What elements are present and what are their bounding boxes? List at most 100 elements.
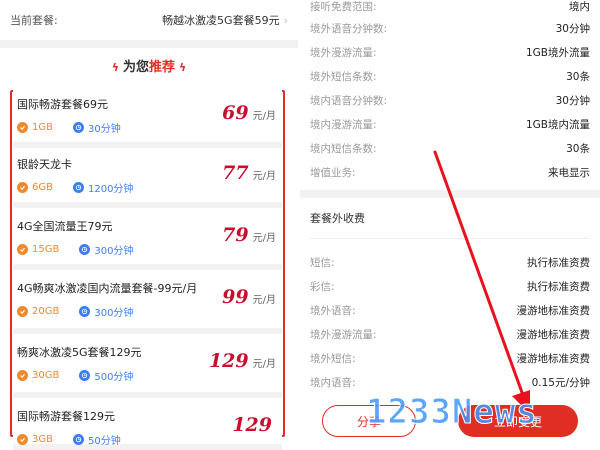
detail-value: 1GB境内流量: [525, 118, 590, 131]
detail-row: 境外语音分钟数: 30分钟: [300, 16, 600, 40]
recommend-title-highlight: 推荐: [149, 60, 176, 75]
current-plan-row[interactable]: 当前套餐: 畅越冰激凌5G套餐59元 ›: [0, 0, 298, 40]
data-amount: 20GB: [32, 306, 60, 317]
price-unit: 元/月: [252, 111, 276, 122]
recommend-title: ϟ 为您推荐 ϟ: [0, 56, 298, 75]
extra-fee-label: 彩信:: [310, 280, 335, 293]
detail-value: 30条: [566, 142, 590, 155]
watermark-logo: 1233News: [366, 392, 538, 433]
data-amount: 3GB: [32, 434, 53, 445]
plan-name: 4G全国流量王79元: [17, 220, 113, 233]
minutes-amount: 1200分钟: [87, 184, 134, 195]
detail-label: 增值业务:: [310, 166, 356, 179]
extra-fee-label: 境内语音:: [310, 376, 356, 389]
data-icon: [17, 370, 28, 381]
plan-price: 69 元/月: [222, 102, 276, 124]
extra-fee-row: 境外短信: 漫游地标准资费: [300, 346, 600, 370]
data-amount: 1GB: [32, 122, 53, 133]
plan-price: 129 元/月: [209, 350, 276, 372]
plan-card[interactable]: 畅爽冰激凌5G套餐129元 30GB 500分钟 129 元/月: [13, 338, 282, 398]
extra-fee-row: 境内语音: 0.15元/分钟: [300, 370, 600, 394]
extra-fee-label: 境外短信:: [310, 352, 356, 365]
data-tag: 3GB: [17, 434, 53, 445]
data-amount: 6GB: [32, 182, 53, 193]
plan-card[interactable]: 4G畅爽冰激凌国内流量套餐-99元/月 20GB 300分钟 99 元/月: [13, 274, 282, 334]
price-number: 69: [222, 102, 249, 124]
detail-row: 境外漫游流量: 1GB境外流量: [300, 40, 600, 64]
data-amount: 15GB: [32, 244, 60, 255]
extra-fee-label: 短信:: [310, 256, 335, 269]
plan-price: 129: [232, 414, 276, 436]
divider: [310, 238, 590, 239]
price-unit: 元/月: [252, 233, 276, 244]
plan-name: 畅爽冰激凌5G套餐129元: [17, 346, 142, 359]
detail-row: 境内短信条数: 30条: [300, 136, 600, 160]
data-tag: 1GB: [17, 122, 53, 133]
detail-label: 接听免费范围:: [310, 0, 377, 13]
detail-value: 30分钟: [555, 22, 590, 35]
phone-clock-icon: [79, 306, 91, 317]
plan-tags: 1GB 30分钟: [17, 120, 141, 135]
plan-card[interactable]: 国际畅游套餐69元 1GB 30分钟 69 元/月: [13, 90, 282, 148]
extra-fee-label: 境外语音:: [310, 304, 356, 317]
extra-fee-row: 境外语音: 漫游地标准资费: [300, 298, 600, 322]
minutes-amount: 50分钟: [87, 436, 121, 447]
detail-value: 30条: [566, 70, 590, 83]
chevron-right-icon: ›: [283, 13, 288, 27]
plan-price: 79 元/月: [222, 224, 276, 246]
detail-label: 境外漫游流量:: [310, 46, 377, 59]
detail-label: 境内语音分钟数:: [310, 94, 388, 107]
detail-value: 境内: [569, 0, 590, 13]
minutes-tag: 50分钟: [72, 432, 121, 447]
plan-price: 77 元/月: [222, 162, 276, 184]
minutes-tag: 300分钟: [79, 304, 133, 319]
price-unit: 元/月: [252, 171, 276, 182]
extra-fee-value: 执行标准资费: [527, 280, 590, 293]
plan-tags: 6GB 1200分钟: [17, 180, 153, 195]
extra-fee-value: 漫游地标准资费: [516, 352, 591, 365]
minutes-tag: 300分钟: [79, 242, 133, 257]
detail-value: 30分钟: [555, 94, 590, 107]
data-icon: [17, 182, 28, 193]
plan-tags: 3GB 50分钟: [17, 432, 141, 447]
left-panel: 当前套餐: 畅越冰激凌5G套餐59元 › ϟ 为您推荐 ϟ 国际畅游套餐69元 1GB…: [0, 0, 298, 450]
extra-fee-row: 境外漫游流量: 漫游地标准资费: [300, 322, 600, 346]
extra-fee-value: 漫游地标准资费: [516, 304, 591, 317]
plan-card[interactable]: 4G全国流量王79元 15GB 300分钟 79 元/月: [13, 212, 282, 270]
extra-fee-row: 短信: 执行标准资费: [300, 250, 600, 274]
data-tag: 20GB: [17, 306, 59, 317]
lightning-icon: ϟ: [111, 61, 119, 74]
detail-value: 1GB境外流量: [525, 46, 590, 59]
phone-clock-icon: [79, 370, 91, 381]
detail-row: 境内漫游流量: 1GB境内流量: [300, 112, 600, 136]
detail-label: 境内短信条数:: [310, 142, 377, 155]
phone-clock-icon: [72, 182, 84, 193]
plan-tags: 15GB 300分钟: [17, 242, 153, 257]
plan-card[interactable]: 国际畅游套餐129元 3GB 50分钟 129: [13, 402, 282, 450]
minutes-amount: 500分钟: [94, 372, 134, 383]
plan-name: 4G畅爽冰激凌国内流量套餐-99元/月: [17, 282, 198, 295]
minutes-amount: 30分钟: [87, 124, 121, 135]
detail-row: 境外短信条数: 30条: [300, 64, 600, 88]
data-icon: [17, 122, 28, 133]
price-number: 99: [222, 286, 249, 308]
plan-price: 99 元/月: [222, 286, 276, 308]
phone-clock-icon: [72, 122, 84, 133]
plan-card[interactable]: 银龄天龙卡 6GB 1200分钟 77 元/月: [13, 150, 282, 208]
plan-tags: 30GB 500分钟: [17, 368, 153, 383]
detail-row: 增值业务: 来电显示: [300, 160, 600, 184]
data-tag: 6GB: [17, 182, 53, 193]
detail-label: 境外语音分钟数:: [310, 22, 388, 35]
extra-fees-title: 套餐外收费: [310, 212, 365, 225]
data-amount: 30GB: [32, 370, 60, 381]
data-icon: [17, 434, 28, 445]
price-number: 77: [222, 162, 249, 184]
price-unit: 元/月: [252, 295, 276, 306]
extra-fee-label: 境外漫游流量:: [310, 328, 377, 341]
plan-name: 国际畅游套餐69元: [17, 98, 108, 111]
extra-fee-row: 彩信: 执行标准资费: [300, 274, 600, 298]
minutes-amount: 300分钟: [94, 246, 134, 257]
plan-name: 银龄天龙卡: [17, 158, 72, 171]
minutes-tag: 30分钟: [72, 120, 121, 135]
minutes-tag: 500分钟: [79, 368, 133, 383]
